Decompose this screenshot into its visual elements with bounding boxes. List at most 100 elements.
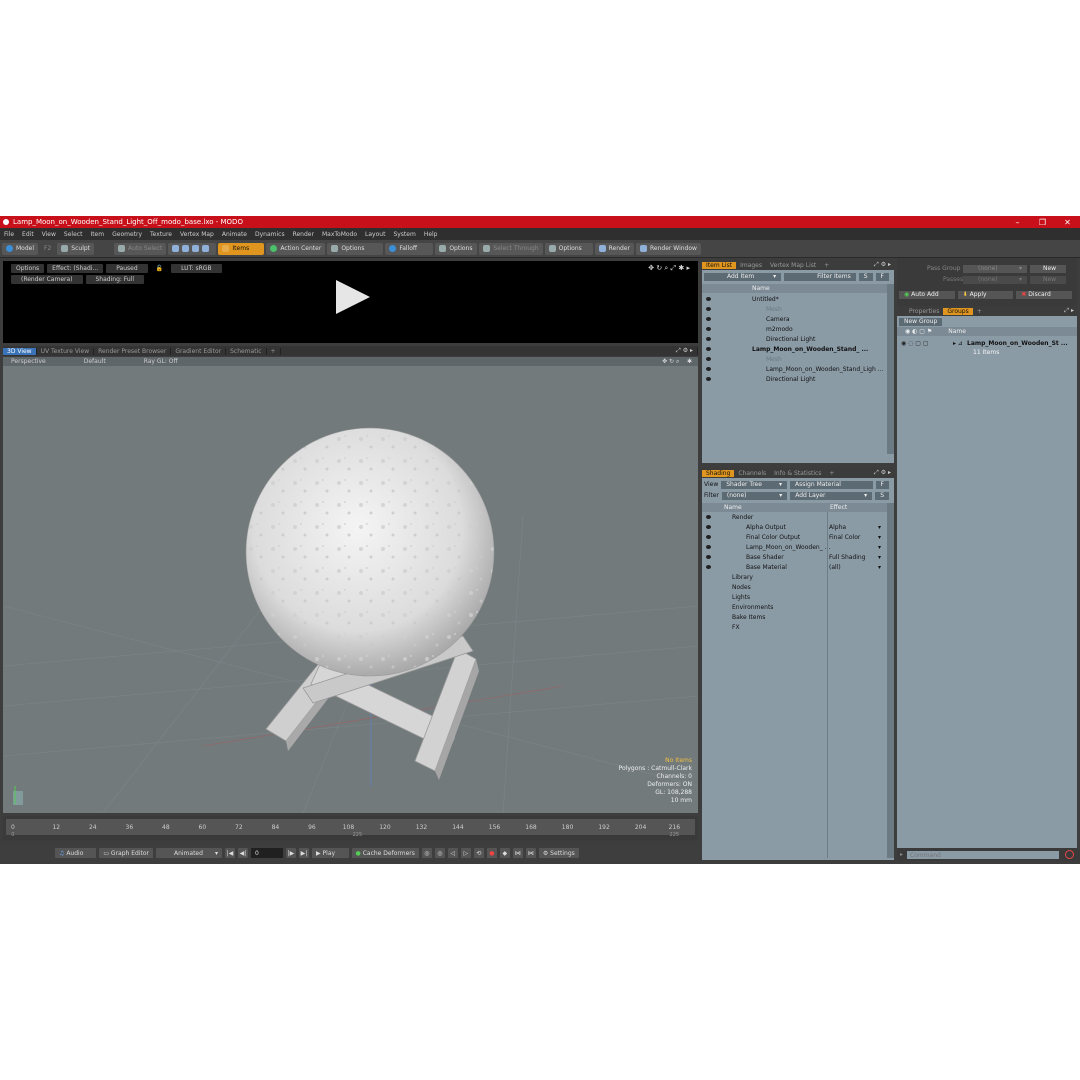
- discard-button[interactable]: ✖ Discard: [1016, 290, 1073, 299]
- visibility-eye-icon[interactable]: [706, 555, 711, 559]
- item-list-row[interactable]: Directional Light: [702, 334, 894, 344]
- auto-key-icon[interactable]: ⟲: [473, 848, 484, 858]
- selection-mode-buttons[interactable]: [168, 242, 217, 255]
- action-center-button[interactable]: Action Center: [266, 242, 326, 255]
- prev-key-icon[interactable]: ◁: [447, 848, 458, 858]
- visibility-eye-icon[interactable]: [706, 317, 711, 321]
- visibility-eye-icon[interactable]: [706, 337, 711, 341]
- range-icon[interactable]: ⋈: [512, 848, 523, 858]
- animated-dropdown[interactable]: Animated ▾: [155, 848, 222, 858]
- record-icon[interactable]: ●: [486, 848, 497, 858]
- shader-tree-row[interactable]: Bake Items: [702, 612, 894, 622]
- s-button[interactable]: S: [875, 491, 889, 500]
- audio-button[interactable]: ♫ Audio: [55, 848, 97, 858]
- next-frame-button[interactable]: |▶: [285, 848, 296, 858]
- graph-editor-button[interactable]: ▭ Graph Editor: [99, 848, 153, 858]
- panel-icons[interactable]: ⤢ ⚙ ▸: [870, 469, 894, 477]
- tab-images[interactable]: Images: [736, 262, 766, 269]
- item-list-row[interactable]: Lamp_Moon_on_Wooden_Stand_ ...: [702, 344, 894, 354]
- raygl-dropdown[interactable]: Ray GL: Off: [130, 358, 192, 365]
- options-button-2[interactable]: Options: [435, 242, 478, 255]
- key-icon[interactable]: ◎: [421, 848, 432, 858]
- next-key-icon[interactable]: ▷: [460, 848, 471, 858]
- preview-effect-dropdown[interactable]: Effect: (Shadi...: [47, 264, 104, 273]
- tab-groups[interactable]: Groups: [943, 307, 973, 315]
- shader-tree-row[interactable]: FX: [702, 622, 894, 632]
- item-tree[interactable]: Untitled* Mesh Camera m2modo Directional Lig…: [702, 294, 894, 384]
- settings-button[interactable]: ⚙ Settings: [538, 848, 579, 858]
- chevron-down-icon[interactable]: ▾: [878, 524, 881, 531]
- falloff-button[interactable]: Falloff: [385, 242, 434, 255]
- tab-3d-view[interactable]: 3D View: [3, 347, 37, 355]
- visibility-eye-icon[interactable]: [706, 297, 711, 301]
- render-button[interactable]: Render: [594, 242, 634, 255]
- menu-select[interactable]: Select: [60, 231, 87, 238]
- perspective-dropdown[interactable]: Perspective: [3, 358, 60, 365]
- menu-maxtomodo[interactable]: MaxToModo: [318, 231, 361, 238]
- tab-channels[interactable]: Channels: [734, 470, 770, 477]
- item-list-row[interactable]: Camera: [702, 314, 894, 324]
- passes-dropdown[interactable]: (none) ▾: [963, 275, 1027, 284]
- group-row[interactable]: ◉ ◌ ▢ ▢ ▸ ⊿ Lamp_Moon_on_Wooden_St ... 1…: [897, 338, 1077, 360]
- options-button-3[interactable]: Options: [544, 242, 593, 255]
- add-tab-button[interactable]: +: [825, 470, 838, 477]
- new-group-button[interactable]: New Group: [899, 317, 943, 326]
- default-dropdown[interactable]: Default: [60, 358, 130, 365]
- menu-animate[interactable]: Animate: [218, 231, 251, 238]
- item-list-scrollbar[interactable]: [887, 284, 894, 454]
- visibility-eye-icon[interactable]: [706, 347, 711, 351]
- tab-uv-texture-view[interactable]: UV Texture View: [37, 347, 95, 355]
- add-item-dropdown[interactable]: Add Item ▾: [704, 272, 782, 281]
- menu-help[interactable]: Help: [420, 231, 442, 238]
- tab-schematic[interactable]: Schematic: [226, 347, 267, 355]
- item-list-row[interactable]: Mesh: [702, 304, 894, 314]
- new-pass-group-button[interactable]: New: [1030, 264, 1066, 273]
- chevron-down-icon[interactable]: ▾: [878, 554, 881, 561]
- chevron-down-icon[interactable]: ▾: [878, 564, 881, 571]
- item-list-row[interactable]: m2modo: [702, 324, 894, 334]
- visibility-eye-icon[interactable]: [706, 535, 711, 539]
- new-pass-button[interactable]: New: [1030, 275, 1066, 284]
- render-preview[interactable]: Options Effect: (Shadi... Paused 🔓 LUT: …: [3, 261, 698, 343]
- view-dropdown[interactable]: Shader Tree ▾: [721, 480, 788, 489]
- shader-tree-row[interactable]: Nodes: [702, 582, 894, 592]
- search-toggle-button[interactable]: S: [858, 272, 873, 281]
- menu-view[interactable]: View: [38, 231, 60, 238]
- shader-tree-row[interactable]: Final Color Output Final Color ▾: [702, 532, 894, 542]
- menu-edit[interactable]: Edit: [18, 231, 38, 238]
- add-layer-dropdown[interactable]: Add Layer ▾: [790, 491, 873, 500]
- chevron-down-icon[interactable]: ▾: [878, 544, 881, 551]
- visibility-eye-icon[interactable]: [706, 327, 711, 331]
- shader-tree[interactable]: Render Alpha Output Alpha ▾ Final Color Outp…: [702, 512, 894, 632]
- frame-field[interactable]: 0: [250, 848, 283, 858]
- preview-camera-dropdown[interactable]: (Render Camera): [11, 275, 83, 284]
- record-command-icon[interactable]: [1065, 850, 1074, 859]
- timeline-track[interactable]: 0 12 24 36 48 60 72 84 96 108 120 132 14…: [6, 819, 695, 838]
- close-button[interactable]: ✕: [1055, 218, 1080, 227]
- play-icon[interactable]: [336, 280, 370, 314]
- add-tab-button[interactable]: +: [267, 347, 281, 355]
- auto-select-button[interactable]: Auto Select: [114, 242, 167, 255]
- visibility-eye-icon[interactable]: [706, 545, 711, 549]
- filter-toggle-button[interactable]: F: [875, 272, 889, 281]
- apply-button[interactable]: ⬇ Apply: [957, 290, 1014, 299]
- visibility-eye-icon[interactable]: [706, 307, 711, 311]
- menu-system[interactable]: System: [389, 231, 419, 238]
- tab-info-statistics[interactable]: Info & Statistics: [770, 470, 825, 477]
- f-button[interactable]: F: [875, 480, 889, 489]
- shader-tree-row[interactable]: Lights: [702, 592, 894, 602]
- shader-tree-row[interactable]: Lamp_Moon_on_Wooden_ ... ▾: [702, 542, 894, 552]
- shader-tree-row[interactable]: Base Shader Full Shading ▾: [702, 552, 894, 562]
- panel-icons[interactable]: ⤢ ⚙ ▸: [870, 261, 894, 269]
- tab-gradient-editor[interactable]: Gradient Editor: [171, 347, 227, 355]
- maximize-button[interactable]: ❐: [1030, 218, 1055, 227]
- command-input[interactable]: [907, 851, 1059, 859]
- menu-dynamics[interactable]: Dynamics: [251, 231, 289, 238]
- last-frame-button[interactable]: ▶|: [298, 848, 309, 858]
- filter-items-field[interactable]: Filter Items: [784, 272, 856, 281]
- viewport-nav-icons[interactable]: ✥ ↻ ⌕ ✱: [654, 358, 698, 366]
- minimize-button[interactable]: –: [1005, 218, 1030, 227]
- add-tab-button[interactable]: +: [820, 262, 833, 269]
- visibility-eye-icon[interactable]: [706, 357, 711, 361]
- chevron-down-icon[interactable]: ▾: [878, 534, 881, 541]
